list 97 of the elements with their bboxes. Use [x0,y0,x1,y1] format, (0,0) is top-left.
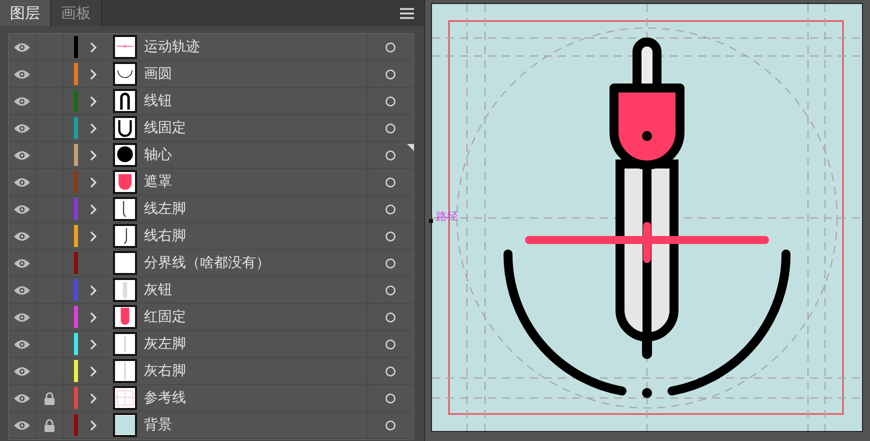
target-icon[interactable] [385,204,396,214]
lock-icon[interactable] [44,392,55,404]
layer-thumbnail [113,305,137,329]
layer-thumbnail [113,197,137,221]
layer-thumbnail [113,89,137,113]
layer-row[interactable]: 参考线 [9,385,413,412]
target-icon[interactable] [385,338,396,350]
chevron-icon[interactable] [90,420,97,430]
layer-name[interactable]: 线钮 [144,92,172,110]
chevron-icon[interactable] [90,284,97,296]
layer-name[interactable]: 灰钮 [144,281,172,299]
layer-row[interactable]: 灰右脚 [9,358,413,385]
layer-row[interactable]: 灰钮 [9,277,413,304]
target-icon[interactable] [385,284,396,296]
layer-row[interactable]: 遮罩 [9,169,413,196]
target-icon[interactable] [385,150,396,160]
selection-indicator-icon [407,144,414,151]
target-icon[interactable] [385,122,396,134]
layer-name[interactable]: 运动轨迹 [144,38,200,56]
layer-row[interactable]: 运动轨迹 [9,34,413,61]
layer-name[interactable]: 轴心 [144,146,172,164]
eye-icon[interactable] [13,42,31,52]
layer-row[interactable]: 画圆 [9,61,413,88]
chevron-icon[interactable] [90,392,97,404]
eye-icon[interactable] [13,258,31,268]
layer-name[interactable]: 红固定 [144,308,186,326]
layer-name[interactable]: 遮罩 [144,173,172,191]
chevron-icon[interactable] [90,312,97,322]
layer-row[interactable]: 轴心 [9,142,413,169]
layer-name[interactable]: 分界线（啥都没有） [144,254,270,272]
eye-icon[interactable] [13,230,31,242]
layer-name[interactable]: 线左脚 [144,200,186,218]
target-icon[interactable] [385,258,396,268]
chevron-icon[interactable] [90,122,97,134]
target-icon[interactable] [385,68,396,80]
layer-name[interactable]: 线右脚 [144,227,186,245]
chevron-icon[interactable] [90,68,97,80]
target-icon[interactable] [385,420,396,430]
layer-name[interactable]: 参考线 [144,389,186,407]
path-label: 路径 [436,209,458,224]
eye-icon[interactable] [13,96,31,106]
layer-thumbnail [113,413,137,437]
layer-row[interactable]: 红固定 [9,304,413,331]
layer-thumbnail [113,62,137,86]
eye-icon[interactable] [13,204,31,214]
layer-thumbnail [113,170,137,194]
eye-icon[interactable] [13,420,31,430]
target-icon[interactable] [385,96,396,106]
chevron-icon[interactable] [90,150,97,160]
layer-row[interactable]: 灰左脚 [9,331,413,358]
target-icon[interactable] [385,392,396,404]
layer-row[interactable]: 线钮 [9,88,413,115]
layer-thumbnail [113,224,137,248]
layer-thumbnail [113,251,137,275]
layer-name[interactable]: 背景 [144,416,172,434]
chevron-icon[interactable] [90,96,97,106]
chevron-icon[interactable] [90,338,97,350]
chevron-icon[interactable] [90,366,97,376]
layer-thumbnail [113,359,137,383]
target-icon[interactable] [385,42,396,52]
chevron-icon[interactable] [90,176,97,188]
eye-icon[interactable] [13,122,31,134]
chevron-icon[interactable] [90,230,97,242]
panel-tab[interactable]: 画板 [51,0,102,26]
layer-name[interactable]: 灰左脚 [144,335,186,353]
layer-row[interactable]: 分界线（啥都没有） [9,250,413,277]
eye-icon[interactable] [13,150,31,160]
target-icon[interactable] [385,366,396,376]
layer-thumbnail [113,386,137,410]
chevron-icon[interactable] [90,42,97,52]
layer-row[interactable]: 线左脚 [9,196,413,223]
layer-row[interactable]: 背景 [9,412,413,439]
lock-icon[interactable] [44,418,55,432]
eye-icon[interactable] [13,392,31,404]
layer-thumbnail [113,116,137,140]
layer-name[interactable]: 画圆 [144,65,172,83]
menu-icon[interactable] [400,8,414,18]
eye-icon[interactable] [13,366,31,376]
chevron-icon[interactable] [90,204,97,214]
eye-icon[interactable] [13,176,31,188]
layer-name[interactable]: 线固定 [144,119,186,137]
layer-name[interactable]: 灰右脚 [144,362,186,380]
target-icon[interactable] [385,230,396,242]
eye-icon[interactable] [13,284,31,296]
layer-row[interactable]: 线右脚 [9,223,413,250]
eye-icon[interactable] [13,338,31,350]
layer-thumbnail [113,35,137,59]
target-icon[interactable] [385,176,396,188]
target-icon[interactable] [385,312,396,322]
layer-row[interactable]: 线固定 [9,115,413,142]
layer-thumbnail [113,278,137,302]
eye-icon[interactable] [13,68,31,80]
layer-thumbnail [113,143,137,167]
layer-thumbnail [113,332,137,356]
eye-icon[interactable] [13,312,31,322]
anchor-point-icon [429,219,433,223]
panel-tab[interactable]: 图层 [0,0,51,26]
